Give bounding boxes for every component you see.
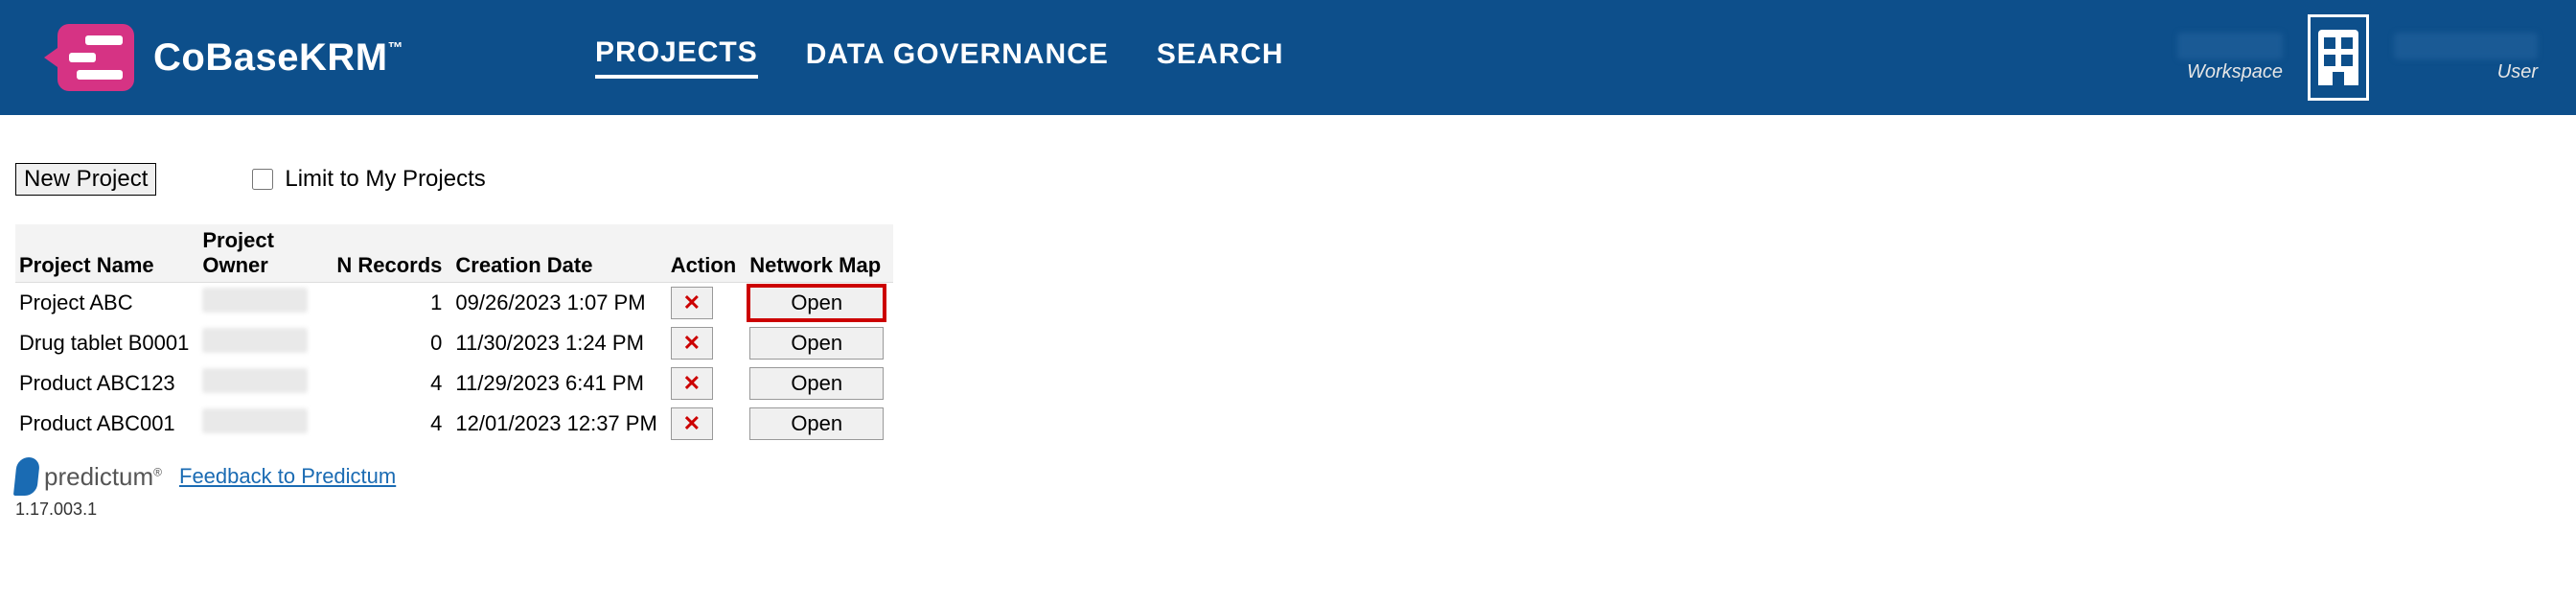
delete-button[interactable]: ✕	[671, 407, 713, 440]
workspace-label: Workspace	[2187, 61, 2283, 83]
x-icon: ✕	[683, 373, 701, 394]
open-button[interactable]: Open	[749, 407, 884, 440]
new-project-button[interactable]: New Project	[15, 163, 156, 196]
cell-project-name: Product ABC001	[15, 404, 198, 444]
predictum-icon	[13, 457, 40, 496]
col-network-map[interactable]: Network Map	[746, 224, 893, 283]
brand-name: CoBaseKRM™	[153, 36, 403, 80]
cell-creation-date: 11/30/2023 1:24 PM	[451, 323, 666, 363]
cell-network-map: Open	[746, 363, 893, 404]
x-icon: ✕	[683, 292, 701, 314]
limit-checkbox[interactable]	[252, 169, 273, 190]
predictum-logo: predictum®	[15, 457, 162, 496]
table-row: Product ABC123 411/29/2023 6:41 PM ✕ Open	[15, 363, 893, 404]
delete-button[interactable]: ✕	[671, 287, 713, 319]
cell-creation-date: 11/29/2023 6:41 PM	[451, 363, 666, 404]
main-nav: PROJECTS DATA GOVERNANCE SEARCH	[595, 36, 1284, 79]
user-block[interactable]: User	[2394, 33, 2538, 83]
cell-action: ✕	[667, 404, 746, 444]
col-creation-date[interactable]: Creation Date	[451, 224, 666, 283]
workspace-block[interactable]: Workspace	[2177, 33, 2283, 83]
x-icon: ✕	[683, 413, 701, 434]
limit-label: Limit to My Projects	[285, 166, 485, 193]
nav-search[interactable]: SEARCH	[1157, 38, 1284, 77]
cell-network-map: Open	[746, 283, 893, 324]
cell-network-map: Open	[746, 404, 893, 444]
header-right: Workspace User	[2177, 14, 2538, 101]
nav-data-governance[interactable]: DATA GOVERNANCE	[806, 38, 1109, 77]
cell-creation-date: 09/26/2023 1:07 PM	[451, 283, 666, 324]
cell-project-owner	[198, 283, 333, 324]
version-text: 1.17.003.1	[15, 499, 2561, 520]
cell-n-records: 4	[333, 363, 451, 404]
cell-action: ✕	[667, 323, 746, 363]
feedback-link[interactable]: Feedback to Predictum	[179, 464, 396, 489]
cell-creation-date: 12/01/2023 12:37 PM	[451, 404, 666, 444]
building-icon	[2318, 30, 2358, 85]
predictum-text: predictum®	[44, 462, 162, 492]
table-row: Project ABC 109/26/2023 1:07 PM ✕ Open	[15, 283, 893, 324]
cell-project-name: Drug tablet B0001	[15, 323, 198, 363]
user-label: User	[2497, 61, 2538, 83]
table-row: Product ABC001 412/01/2023 12:37 PM ✕ Open	[15, 404, 893, 444]
toolbar: New Project Limit to My Projects	[15, 163, 2561, 196]
cell-action: ✕	[667, 283, 746, 324]
table-row: Drug tablet B0001 011/30/2023 1:24 PM ✕ Ope…	[15, 323, 893, 363]
col-n-records[interactable]: N Records	[333, 224, 451, 283]
cell-network-map: Open	[746, 323, 893, 363]
x-icon: ✕	[683, 333, 701, 354]
cell-n-records: 4	[333, 404, 451, 444]
open-button[interactable]: Open	[749, 327, 884, 360]
workspace-icon[interactable]	[2308, 14, 2369, 101]
delete-button[interactable]: ✕	[671, 367, 713, 400]
content-area: New Project Limit to My Projects Project…	[0, 115, 2576, 535]
open-button[interactable]: Open	[749, 287, 884, 319]
col-project-name[interactable]: Project Name	[15, 224, 198, 283]
nav-projects[interactable]: PROJECTS	[595, 36, 758, 79]
footer: predictum® Feedback to Predictum	[15, 457, 2561, 496]
cell-project-name: Product ABC123	[15, 363, 198, 404]
col-action[interactable]: Action	[667, 224, 746, 283]
projects-table: Project Name Project Owner N Records Cre…	[15, 224, 893, 444]
user-name-redacted	[2394, 33, 2538, 59]
cell-project-owner	[198, 404, 333, 444]
cell-project-owner	[198, 323, 333, 363]
cell-project-name: Project ABC	[15, 283, 198, 324]
brand: CoBaseKRM™	[58, 24, 403, 91]
cell-action: ✕	[667, 363, 746, 404]
cell-n-records: 0	[333, 323, 451, 363]
brand-logo-icon	[58, 24, 134, 91]
cell-project-owner	[198, 363, 333, 404]
open-button[interactable]: Open	[749, 367, 884, 400]
col-project-owner[interactable]: Project Owner	[198, 224, 333, 283]
cell-n-records: 1	[333, 283, 451, 324]
limit-to-my-projects[interactable]: Limit to My Projects	[252, 166, 485, 193]
delete-button[interactable]: ✕	[671, 327, 713, 360]
app-header: CoBaseKRM™ PROJECTS DATA GOVERNANCE SEAR…	[0, 0, 2576, 115]
workspace-name-redacted	[2177, 33, 2283, 59]
